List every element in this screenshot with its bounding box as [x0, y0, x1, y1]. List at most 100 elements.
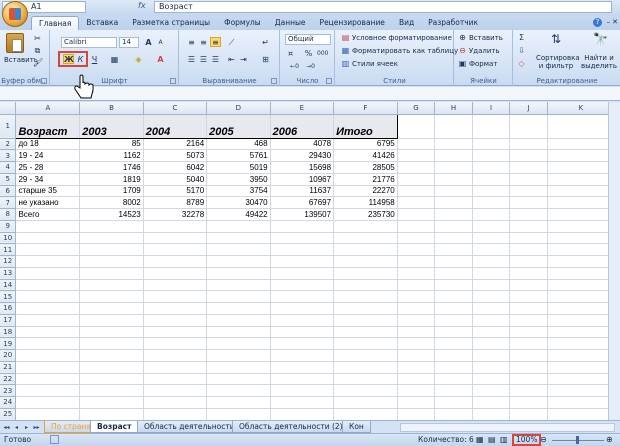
cell-styles-button[interactable]: Стили ячеек — [352, 60, 398, 69]
cell[interactable] — [333, 255, 398, 268]
cell[interactable] — [397, 114, 436, 139]
formula-input[interactable]: Возраст — [154, 1, 612, 13]
cell[interactable] — [472, 326, 511, 339]
next-sheet-icon[interactable]: ▸ — [22, 423, 31, 432]
column-header[interactable]: H — [434, 102, 473, 115]
cell[interactable] — [206, 384, 271, 397]
cell[interactable] — [143, 384, 208, 397]
cell[interactable]: 1709 — [79, 185, 144, 198]
align-middle-icon[interactable]: ≡ — [198, 37, 209, 47]
row-header[interactable]: 12 — [0, 255, 17, 268]
cell[interactable] — [206, 232, 271, 245]
cell[interactable] — [547, 243, 616, 256]
cell[interactable] — [397, 302, 436, 315]
cell[interactable] — [547, 232, 616, 245]
cell[interactable] — [15, 408, 81, 420]
underline-button[interactable]: Ч — [89, 54, 100, 64]
cell[interactable] — [270, 279, 335, 292]
row-header[interactable]: 18 — [0, 326, 17, 339]
cell[interactable] — [270, 243, 335, 256]
cell[interactable] — [397, 373, 436, 386]
fill-color-icon[interactable]: ◈ — [133, 54, 144, 64]
cell[interactable] — [397, 173, 436, 186]
cell[interactable] — [434, 373, 473, 386]
cell[interactable] — [472, 396, 511, 409]
cell[interactable] — [333, 349, 398, 362]
cell[interactable] — [143, 243, 208, 256]
cell[interactable] — [206, 243, 271, 256]
cell[interactable]: 235730 — [333, 208, 398, 221]
cell[interactable] — [434, 138, 473, 151]
cut-icon[interactable]: ✂ — [32, 33, 43, 43]
cell[interactable] — [509, 149, 548, 162]
cell[interactable] — [397, 279, 436, 292]
cell[interactable] — [15, 326, 81, 339]
cell[interactable] — [15, 232, 81, 245]
cell[interactable] — [15, 302, 81, 315]
row-header[interactable]: 21 — [0, 361, 17, 374]
cell[interactable] — [397, 361, 436, 374]
cell[interactable] — [143, 408, 208, 420]
cell[interactable] — [333, 396, 398, 409]
cell[interactable]: 29 - 34 — [15, 173, 81, 186]
cell[interactable] — [333, 361, 398, 374]
font-size-combo[interactable]: 14 — [119, 37, 139, 48]
cell[interactable] — [434, 149, 473, 162]
cell[interactable] — [397, 290, 436, 303]
cell[interactable] — [143, 255, 208, 268]
cell[interactable]: 2006 — [270, 114, 335, 139]
cell[interactable] — [509, 279, 548, 292]
increase-decimal-icon[interactable]: ←0 — [289, 61, 300, 71]
tab-data[interactable]: Данные — [268, 16, 313, 30]
cell[interactable]: 5073 — [143, 149, 208, 162]
row-header[interactable]: 7 — [0, 196, 17, 209]
cell[interactable] — [15, 243, 81, 256]
cell[interactable] — [509, 349, 548, 362]
cell[interactable] — [509, 196, 548, 209]
vertical-scrollbar[interactable] — [608, 102, 620, 420]
select-all-corner[interactable] — [0, 102, 17, 115]
cell[interactable] — [397, 138, 436, 151]
cell[interactable] — [15, 255, 81, 268]
cell[interactable]: 30470 — [206, 196, 271, 209]
cell[interactable] — [509, 373, 548, 386]
row-header[interactable]: 20 — [0, 349, 17, 362]
tab-insert[interactable]: Вставка — [79, 16, 125, 30]
cell[interactable] — [206, 220, 271, 233]
cell[interactable] — [143, 337, 208, 350]
cell[interactable] — [397, 408, 436, 420]
cell[interactable]: Итого — [333, 114, 398, 139]
cell[interactable] — [143, 373, 208, 386]
cell[interactable]: 15698 — [270, 161, 335, 174]
cell[interactable] — [270, 220, 335, 233]
cell[interactable] — [79, 279, 144, 292]
cell[interactable]: 25 - 28 — [15, 161, 81, 174]
cell[interactable] — [472, 138, 511, 151]
cell[interactable] — [472, 196, 511, 209]
shrink-font-icon[interactable]: A — [155, 37, 166, 47]
cell[interactable] — [434, 196, 473, 209]
cell[interactable] — [472, 220, 511, 233]
cell[interactable]: 1819 — [79, 173, 144, 186]
percent-button[interactable]: % — [303, 48, 314, 58]
cell[interactable]: 2004 — [143, 114, 208, 139]
cell[interactable]: 2003 — [79, 114, 144, 139]
row-header[interactable]: 1 — [0, 114, 17, 139]
tab-view[interactable]: Вид — [392, 16, 421, 30]
cell[interactable] — [547, 326, 616, 339]
cell[interactable] — [333, 302, 398, 315]
cell[interactable] — [509, 243, 548, 256]
cell[interactable] — [472, 267, 511, 280]
conditional-format-button[interactable]: Условное форматирование — [352, 34, 452, 43]
orientation-icon[interactable]: ⟋ — [226, 37, 237, 47]
zoom-slider-thumb[interactable] — [576, 436, 579, 444]
cell[interactable] — [333, 408, 398, 420]
cell[interactable] — [397, 349, 436, 362]
copy-icon[interactable]: ⧉ — [32, 45, 43, 55]
cell[interactable] — [397, 243, 436, 256]
decrease-decimal-icon[interactable]: →0 — [305, 61, 316, 71]
row-header[interactable]: 22 — [0, 373, 17, 386]
font-color-icon[interactable]: A — [155, 54, 166, 64]
cell[interactable]: 2005 — [206, 114, 271, 139]
cell[interactable] — [79, 232, 144, 245]
